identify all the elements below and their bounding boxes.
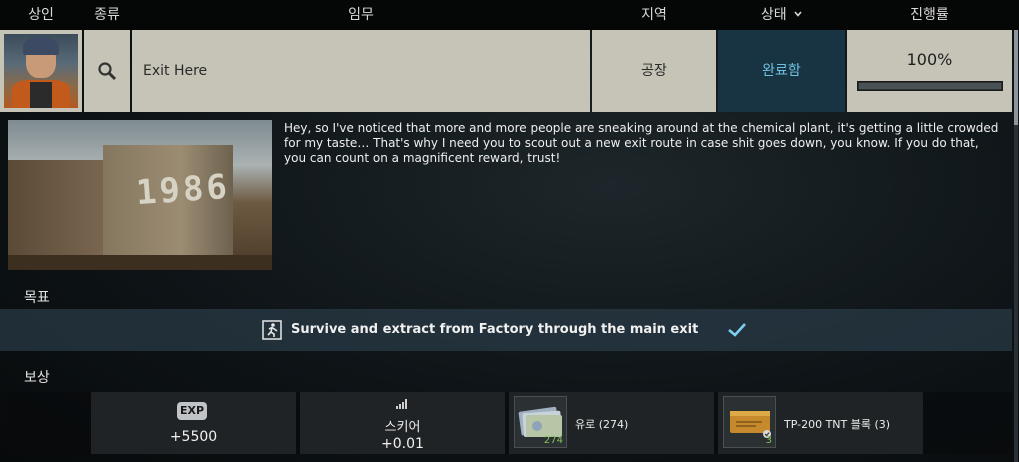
objectives-label: 목표 bbox=[24, 290, 50, 306]
reward-item-tnt-name: TP-200 TNT 블록 (3) bbox=[784, 418, 891, 431]
column-header-type[interactable]: 종류 bbox=[84, 0, 130, 30]
rewards-label: 보상 bbox=[24, 370, 50, 386]
euro-count: 274 bbox=[543, 435, 563, 446]
quest-type-cell[interactable] bbox=[84, 30, 130, 112]
reward-item-euro-name: 유로 (274) bbox=[575, 418, 629, 431]
tnt-count: 3 bbox=[765, 435, 772, 446]
column-header-task[interactable]: 임무 bbox=[132, 0, 590, 30]
reward-skill-name: 스키어 bbox=[384, 420, 421, 435]
quest-image-sign: 1986 bbox=[134, 166, 232, 214]
scrollbar-thumb[interactable] bbox=[1014, 30, 1018, 125]
quest-location: 공장 bbox=[592, 30, 716, 112]
objective-item: Survive and extract from Factory through… bbox=[0, 309, 1012, 351]
progress-percent: 100% bbox=[906, 50, 953, 69]
column-header-location[interactable]: 지역 bbox=[592, 0, 716, 30]
reward-item-euro[interactable]: 274 유로 (274) bbox=[509, 392, 714, 454]
reward-skill-value: +0.01 bbox=[381, 436, 424, 452]
column-header-status[interactable]: 상태 bbox=[718, 0, 845, 30]
quest-row[interactable]: Exit Here 공장 완료함 100% bbox=[0, 30, 1019, 112]
euro-icon[interactable]: 274 bbox=[514, 396, 567, 448]
quest-progress: 100% bbox=[847, 30, 1012, 112]
search-icon bbox=[98, 62, 117, 81]
column-header-row: 상인 종류 임무 지역 상태 진행률 bbox=[0, 0, 1019, 30]
trader-portrait bbox=[4, 34, 78, 108]
exit-running-man-icon bbox=[262, 320, 282, 340]
quest-image: 1986 bbox=[8, 120, 272, 270]
quest-status: 완료함 bbox=[718, 30, 845, 112]
objective-text: Survive and extract from Factory through… bbox=[291, 322, 699, 337]
reward-skill: 스키어 +0.01 bbox=[300, 392, 505, 454]
reward-item-tnt[interactable]: 3 TP-200 TNT 블록 (3) bbox=[718, 392, 923, 454]
tnt-block-icon[interactable]: 3 bbox=[723, 396, 776, 448]
trader-cell[interactable] bbox=[0, 30, 82, 112]
progress-bar bbox=[857, 81, 1003, 91]
skill-bars-icon bbox=[396, 399, 407, 409]
reward-exp-value: +5500 bbox=[169, 429, 218, 445]
checkmark-icon bbox=[728, 323, 746, 337]
column-header-trader[interactable]: 상인 bbox=[0, 0, 82, 30]
column-header-progress[interactable]: 진행률 bbox=[847, 0, 1012, 30]
quest-description: Hey, so I've noticed that more and more … bbox=[284, 121, 999, 165]
column-header-status-label: 상태 bbox=[760, 7, 787, 23]
chevron-down-icon bbox=[794, 11, 802, 17]
quest-name[interactable]: Exit Here bbox=[132, 30, 590, 112]
progress-bar-fill bbox=[859, 83, 1001, 89]
exp-icon: EXP bbox=[177, 402, 207, 420]
reward-exp: EXP +5500 bbox=[91, 392, 296, 454]
